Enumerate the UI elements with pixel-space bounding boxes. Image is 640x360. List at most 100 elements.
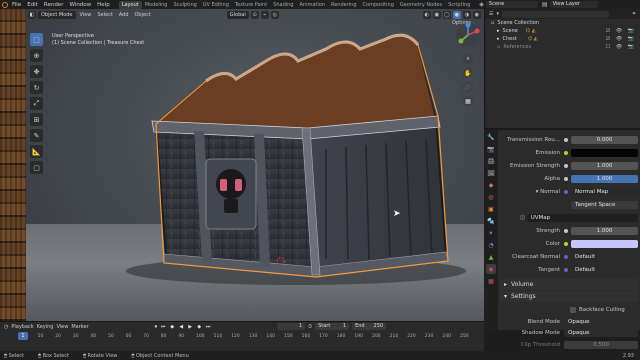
outliner-row-chest[interactable]: ▸ Chest ⌬ ◭ ☑ 👁 📷 <box>485 35 640 43</box>
tab-uv-editing[interactable]: UV Editing <box>200 1 232 9</box>
alpha-field[interactable]: 1.000 <box>571 175 638 183</box>
material-tab-icon[interactable]: ◉ <box>486 264 496 274</box>
outliner-row-scene-collection[interactable]: ▫ Scene Collection <box>485 19 640 27</box>
tab-sculpting[interactable]: Sculpting <box>170 1 199 9</box>
shadow-mode-dropdown[interactable]: Opaque <box>564 329 638 337</box>
output-tab-icon[interactable]: 🖨 <box>486 156 496 166</box>
menu-window[interactable]: Window <box>66 2 94 8</box>
axis-gizmo-icon[interactable] <box>455 22 481 48</box>
settings-panel-header[interactable]: ▾ Settings <box>500 291 638 302</box>
frame-ruler[interactable]: 0102030405060708090100110120130140150160… <box>0 334 484 342</box>
camera-view-icon[interactable]: 🎥 <box>463 82 473 92</box>
tab-shading[interactable]: Shading <box>270 1 296 9</box>
physics-tab-icon[interactable]: ◔ <box>486 240 496 250</box>
tool-tab-icon[interactable]: 🔧 <box>486 132 496 142</box>
view-layer-selector[interactable]: View Layer <box>549 1 598 8</box>
tangent-field[interactable]: Default <box>571 266 638 274</box>
measure-tool-icon[interactable]: 📐 <box>30 145 43 158</box>
menu-object[interactable]: Object <box>133 12 153 18</box>
proportional-edit-icon[interactable]: ◎ <box>270 10 279 19</box>
tab-compositing[interactable]: Compositing <box>360 1 397 9</box>
menu-add[interactable]: Add <box>117 12 131 18</box>
menu-edit[interactable]: Edit <box>24 2 41 8</box>
tab-geometry-nodes[interactable]: Geometry Nodes <box>397 1 445 9</box>
tab-rendering[interactable]: Rendering <box>328 1 360 9</box>
normal-strength-field[interactable]: 1.000 <box>571 227 638 235</box>
end-frame-field[interactable]: End 250 <box>352 323 387 330</box>
annotate-tool-icon[interactable]: ✎ <box>30 129 43 142</box>
view-layer-tab-icon[interactable]: 🖼 <box>486 168 496 178</box>
emission-color-swatch[interactable] <box>571 149 638 157</box>
texture-tab-icon[interactable]: ▦ <box>486 276 496 286</box>
blender-logo-icon[interactable] <box>0 0 9 9</box>
scene-selector[interactable]: Scene <box>485 1 538 8</box>
menu-marker[interactable]: Marker <box>71 324 88 330</box>
render-tab-icon[interactable]: 📷 <box>486 144 496 154</box>
xray-icon[interactable]: ▣ <box>432 10 441 19</box>
normal-map-node-field[interactable]: Normal Map <box>571 188 638 196</box>
visibility-toggles[interactable]: ☑ 👁 📷 <box>606 35 636 43</box>
pivot-icon[interactable]: ⊙ <box>250 10 259 19</box>
display-mode-icon[interactable]: ▾ <box>496 11 499 17</box>
menu-select[interactable]: Select <box>95 12 114 18</box>
prev-key-icon[interactable]: ◆ <box>169 324 175 330</box>
mode-selector[interactable]: Object Mode <box>38 10 76 19</box>
object-tab-icon[interactable]: ▣ <box>486 204 496 214</box>
next-key-icon[interactable]: ◆ <box>196 324 202 330</box>
visibility-toggles[interactable]: ☐ 👁 📷 <box>606 43 636 51</box>
tab-animation[interactable]: Animation <box>296 1 328 9</box>
visibility-toggles[interactable]: ☑ 👁 📷 <box>606 27 636 35</box>
menu-help[interactable]: Help <box>94 2 113 8</box>
clip-threshold-field[interactable]: 0.500 <box>564 341 638 349</box>
jump-end-icon[interactable]: ⏭ <box>205 324 211 330</box>
record-icon[interactable]: ⏺ <box>155 324 158 330</box>
tab-layout[interactable]: Layout <box>118 0 142 9</box>
clearcoat-normal-field[interactable]: Default <box>571 253 638 261</box>
material-shading-icon[interactable]: ◑ <box>462 10 471 19</box>
timeline-editor-icon[interactable]: ◷ <box>4 324 8 330</box>
jump-start-icon[interactable]: ⏮ <box>160 324 166 330</box>
outliner-row-scene[interactable]: ▸ Scene ⌬ ◭ ☑ 👁 📷 <box>485 27 640 35</box>
wireframe-shading-icon[interactable]: ◯ <box>442 10 451 19</box>
add-cube-tool-icon[interactable]: ▢ <box>30 161 43 174</box>
current-frame-field[interactable]: 1 <box>277 323 306 330</box>
overlay-icon[interactable]: ◐ <box>422 10 431 19</box>
blend-mode-dropdown[interactable]: Opaque <box>564 318 638 326</box>
outliner-editor-icon[interactable]: ☰ <box>489 11 493 17</box>
volume-panel-header[interactable]: ▸ Volume <box>500 279 638 290</box>
menu-view[interactable]: View <box>56 324 68 330</box>
solid-shading-icon[interactable]: ● <box>452 10 461 19</box>
play-reverse-icon[interactable]: ◀ <box>178 324 184 330</box>
pan-hand-icon[interactable]: ✋ <box>463 68 473 78</box>
start-frame-field[interactable]: Start 1 <box>315 323 350 330</box>
rendered-shading-icon[interactable]: ◉ <box>472 10 481 19</box>
stopwatch-icon[interactable]: ⏱ <box>308 324 312 330</box>
tab-texture-paint[interactable]: Texture Paint <box>232 1 270 9</box>
menu-keying[interactable]: Keying <box>37 324 54 330</box>
mesh-data-tab-icon[interactable]: ▲ <box>486 252 496 262</box>
zoom-icon[interactable]: ⌕ <box>463 54 473 64</box>
filter-icon[interactable]: ⏷ <box>632 11 636 17</box>
editor-type-icon[interactable]: ◧ <box>28 10 36 19</box>
snap-icon[interactable]: ⌁ <box>260 10 269 19</box>
outliner-row-references[interactable]: ▫ References ☐ 👁 📷 <box>485 43 640 51</box>
modifier-tab-icon[interactable]: 🔩 <box>486 216 496 226</box>
emission-strength-field[interactable]: 1.000 <box>571 162 638 170</box>
move-tool-icon[interactable]: ✥ <box>30 65 43 78</box>
particles-tab-icon[interactable]: ✴ <box>486 228 496 238</box>
uvmap-field[interactable]: UVMap <box>526 214 638 222</box>
play-icon[interactable]: ▶ <box>187 324 193 330</box>
world-tab-icon[interactable]: ◍ <box>486 192 496 202</box>
transmission-roughness-field[interactable]: 0.000 <box>571 136 638 144</box>
menu-playback[interactable]: Playback <box>11 324 33 330</box>
treasure-chest-model[interactable] <box>26 9 484 321</box>
menu-view[interactable]: View <box>78 12 94 18</box>
menu-render[interactable]: Render <box>41 2 67 8</box>
playhead[interactable]: 1 <box>18 332 28 340</box>
tab-modeling[interactable]: Modeling <box>142 1 171 9</box>
cursor-tool-icon[interactable]: ⊕ <box>30 49 43 62</box>
transform-orientation[interactable]: Global <box>226 10 249 19</box>
transform-tool-icon[interactable]: ⊞ <box>30 113 43 126</box>
scene-tab-icon[interactable]: ◆ <box>486 180 496 190</box>
outliner-search-input[interactable] <box>502 10 609 18</box>
